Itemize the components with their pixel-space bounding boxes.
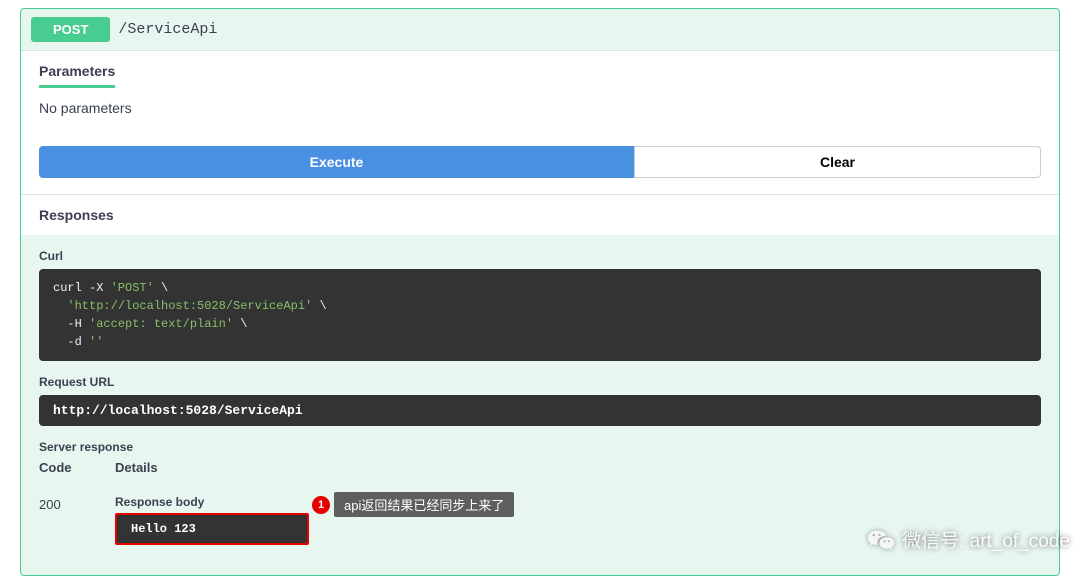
clear-button[interactable]: Clear: [634, 146, 1041, 178]
endpoint-path: /ServiceApi: [118, 21, 217, 38]
execute-button[interactable]: Execute: [39, 146, 634, 178]
responses-header: Responses: [21, 194, 1059, 235]
wechat-icon: [868, 529, 894, 551]
operation-header[interactable]: POST /ServiceApi: [21, 9, 1059, 50]
request-url-box[interactable]: http://localhost:5028/ServiceApi: [39, 395, 1041, 426]
curl-label: Curl: [39, 249, 1041, 263]
watermark: 微信号: art_of_code: [868, 526, 1070, 553]
response-body-label: Response body: [115, 495, 1041, 509]
operation-block: POST /ServiceApi Parameters No parameter…: [20, 8, 1060, 576]
curl-codebox[interactable]: curl -X 'POST' \ 'http://localhost:5028/…: [39, 269, 1041, 361]
code-column-header: Code: [39, 460, 115, 475]
details-column-header: Details: [115, 460, 1041, 475]
http-method-badge: POST: [31, 17, 110, 42]
annotation-text: api返回结果已经同步上来了: [334, 492, 514, 517]
parameters-section: Parameters No parameters Execute Clear: [21, 50, 1059, 194]
status-code: 200: [39, 475, 115, 512]
request-url-label: Request URL: [39, 375, 1041, 389]
parameters-tab[interactable]: Parameters: [39, 63, 115, 88]
server-response-label: Server response: [39, 440, 1041, 454]
code-column: Code 200: [39, 460, 115, 512]
no-parameters-text: No parameters: [39, 88, 1041, 146]
annotation-callout: 1 api返回结果已经同步上来了: [312, 492, 514, 517]
annotation-number-badge: 1: [312, 496, 330, 514]
responses-body: Curl curl -X 'POST' \ 'http://localhost:…: [21, 235, 1059, 575]
response-body-box[interactable]: Hello 123: [115, 513, 309, 545]
action-buttons-row: Execute Clear: [39, 146, 1041, 178]
watermark-text: 微信号: art_of_code: [902, 526, 1070, 553]
